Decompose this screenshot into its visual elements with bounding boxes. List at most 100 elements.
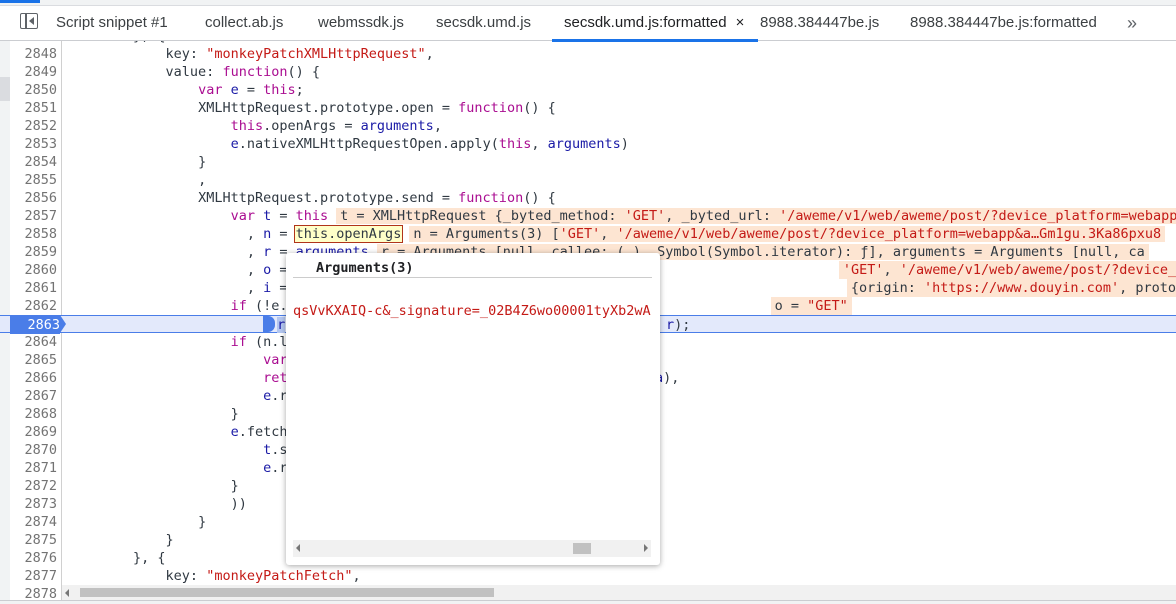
line-number[interactable]: 2867 — [10, 387, 57, 405]
inline-value[interactable]: n = Arguments(3) ['GET', '/aweme/v1/web/… — [409, 226, 1166, 242]
code-token: , — [246, 244, 264, 260]
code-token: , — [352, 568, 361, 584]
popover-horizontal-scrollbar[interactable] — [293, 540, 651, 557]
code-line[interactable]: 2850 var e = this; — [0, 81, 1176, 99]
line-number[interactable]: 2853 — [10, 135, 57, 153]
code-token: , — [246, 262, 264, 278]
code-text: , i = {origin: 'https://www.douyin.com', … — [246, 279, 1176, 297]
code-token: , — [425, 46, 434, 62]
line-number[interactable]: 2875 — [10, 531, 57, 549]
line-number[interactable]: 2855 — [10, 171, 57, 189]
inline-value-token: '/aweme/v1/web/aweme/post/?device_platfo… — [779, 208, 1176, 224]
line-number[interactable]: 2850 — [10, 81, 57, 99]
inline-value-token: , — [883, 262, 900, 278]
line-number[interactable]: 2863 — [10, 315, 66, 334]
code-text: this.openArgs = arguments, — [231, 117, 442, 135]
line-number[interactable]: 2856 — [10, 189, 57, 207]
line-number[interactable]: 2862 — [10, 297, 57, 315]
inline-value[interactable]: o = "GET" — [770, 297, 852, 315]
line-number[interactable]: 2877 — [10, 567, 57, 585]
line-number[interactable]: 2860 — [10, 261, 57, 279]
line-number[interactable]: 2848 — [10, 45, 57, 63]
code-token: , — [246, 280, 264, 296]
popover-value[interactable]: qsVvKXAIQ-c&_signature=_02B4Z6wo00001tyX… — [293, 303, 651, 319]
line-number[interactable]: 2868 — [10, 405, 57, 423]
close-tab-icon[interactable]: × — [736, 14, 745, 31]
line-number[interactable]: 2865 — [10, 351, 57, 369]
code-line[interactable]: 2854} — [0, 153, 1176, 171]
tab-label: secsdk.umd.js:formatted — [564, 14, 727, 31]
line-number[interactable]: 2864 — [10, 333, 57, 351]
scrollbar-thumb[interactable] — [80, 588, 494, 597]
code-token: , — [246, 226, 264, 242]
code-token: XMLHttpRequest.prototype.open = — [198, 100, 459, 116]
line-number[interactable]: 2861 — [10, 279, 57, 297]
tab-webmssdk[interactable]: webmssdk.js — [318, 6, 404, 40]
line-number[interactable]: 2858 — [10, 225, 57, 243]
tab-script-snippet[interactable]: Script snippet #1 — [56, 6, 168, 40]
code-line[interactable]: 2852 this.openArgs = arguments, — [0, 117, 1176, 135]
tab-8988-formatted[interactable]: 8988.384447be.js:formatted — [910, 6, 1097, 40]
hovered-expression: this.openArgs — [293, 225, 404, 243]
code-text: , o = 'GET', '/aweme/v1/web/aweme/post/?d… — [246, 261, 1176, 279]
code-token: () { — [523, 100, 556, 116]
code-token: e — [230, 136, 239, 152]
scroll-right-icon[interactable] — [644, 544, 648, 552]
code-token: if — [230, 334, 247, 350]
tab-secsdk-umd-formatted[interactable]: secsdk.umd.js:formatted × — [551, 6, 759, 42]
code-token: (n.l — [246, 334, 288, 350]
line-number[interactable]: 2871 — [10, 459, 57, 477]
code-line[interactable]: 2848 key: "monkeyPatchXMLHttpRequest", — [0, 45, 1176, 63]
tab-collect-ab[interactable]: collect.ab.js — [205, 6, 283, 40]
code-line[interactable]: 2853 e.nativeXMLHttpRequestOpen.apply(thi… — [0, 135, 1176, 153]
tab-secsdk-umd[interactable]: secsdk.umd.js — [436, 6, 531, 40]
line-number[interactable]: 2869 — [10, 423, 57, 441]
line-number[interactable]: 2873 — [10, 495, 57, 513]
inline-value-token: o = — [774, 298, 808, 314]
tab-label: 8988.384447be.js:formatted — [910, 14, 1097, 31]
scroll-left-icon[interactable] — [296, 544, 300, 552]
scrollbar-thumb[interactable] — [573, 543, 591, 554]
line-number[interactable]: 2859 — [10, 243, 57, 261]
code-text: } — [198, 513, 206, 531]
inline-value-token: , protocol: — [1119, 280, 1176, 296]
line-number[interactable]: 2852 — [10, 117, 57, 135]
line-number[interactable]: 2866 — [10, 369, 57, 387]
code-line[interactable]: 2849 value: function() { — [0, 63, 1176, 81]
code-token: this — [498, 136, 532, 152]
code-token: .openArgs = — [263, 118, 361, 134]
scroll-left-icon[interactable] — [65, 589, 69, 597]
code-token: } — [198, 514, 207, 530]
line-number[interactable]: 2857 — [10, 207, 57, 225]
line-number[interactable]: 2870 — [10, 441, 57, 459]
more-tabs-icon[interactable]: » — [1127, 6, 1137, 40]
line-number[interactable]: 2876 — [10, 549, 57, 567]
code-token: XMLHttpRequest.prototype.send = — [198, 190, 459, 206]
code-token: key: — [165, 568, 207, 584]
code-line[interactable]: 2851 XMLHttpRequest.prototype.open = func… — [0, 99, 1176, 117]
code-line[interactable]: 2857 var t = this t = XMLHttpRequest {_byt… — [0, 207, 1176, 225]
code-line[interactable]: 2856 XMLHttpRequest.prototype.send = func… — [0, 189, 1176, 207]
line-number[interactable]: 2851 — [10, 99, 57, 117]
line-number[interactable]: 2874 — [10, 513, 57, 531]
code-line[interactable]: 2855, — [0, 171, 1176, 189]
inline-value-token: "GET" — [807, 298, 848, 314]
toggle-navigator-icon[interactable] — [20, 13, 38, 29]
inline-value[interactable]: {origin: 'https://www.douyin.com', proto… — [846, 279, 1176, 297]
line-number[interactable]: 2849 — [10, 63, 57, 81]
line-number[interactable]: 2872 — [10, 477, 57, 495]
code-token: ) — [620, 136, 629, 152]
code-token: , — [531, 136, 548, 152]
tab-8988[interactable]: 8988.384447be.js — [760, 6, 879, 40]
inline-value[interactable]: 'GET', '/aweme/v1/web/aweme/post/?device… — [838, 261, 1176, 279]
code-line[interactable]: 2858, n = this.openArgs n = Arguments(3) … — [0, 225, 1176, 243]
popover-title[interactable]: Arguments(3) — [316, 260, 414, 276]
code-text: XMLHttpRequest.prototype.send = function… — [198, 189, 556, 207]
code-token: ret — [263, 370, 288, 386]
code-line[interactable]: 2877 key: "monkeyPatchFetch", — [0, 567, 1176, 585]
code-token: } — [165, 532, 174, 548]
editor-horizontal-scrollbar[interactable] — [62, 585, 1176, 600]
code-text: } — [166, 531, 174, 549]
inline-value[interactable]: t = XMLHttpRequest {_byted_method: 'GET'… — [336, 208, 1176, 224]
line-number[interactable]: 2854 — [10, 153, 57, 171]
